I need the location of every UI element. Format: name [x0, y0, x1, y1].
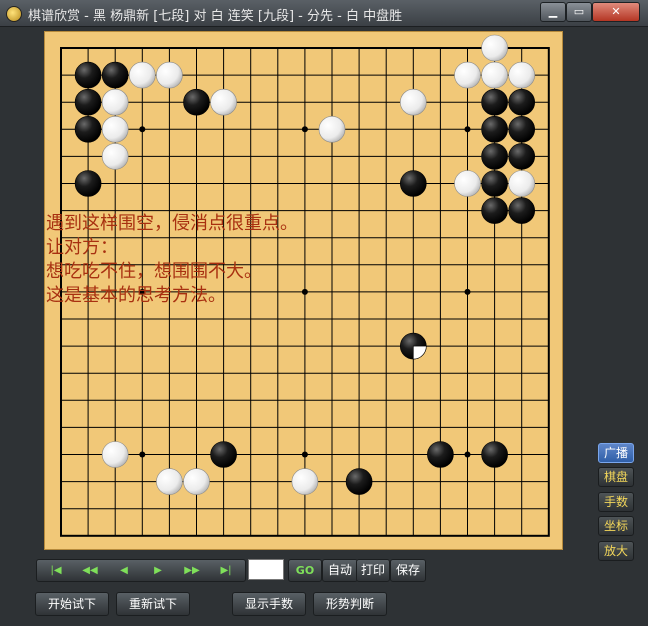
- white-stone: [101, 143, 129, 170]
- black-stone: [481, 170, 508, 197]
- next-move-button[interactable]: ▶: [141, 560, 175, 581]
- minimize-button[interactable]: ▁: [540, 2, 566, 22]
- black-stone: [399, 170, 427, 197]
- app-logo-icon: [6, 6, 22, 22]
- restart-trial-button[interactable]: 重新试下: [116, 592, 190, 616]
- black-stone: [508, 143, 536, 170]
- auto-play-button[interactable]: 自动: [322, 559, 358, 582]
- close-button[interactable]: ✕: [592, 2, 640, 22]
- white-stone: [508, 61, 536, 89]
- white-stone: [481, 61, 508, 89]
- prev-move-button[interactable]: ◀: [107, 560, 141, 581]
- black-stone: [74, 61, 102, 89]
- star-point: [464, 288, 471, 295]
- black-stone: [74, 170, 102, 197]
- star-point: [139, 126, 146, 133]
- print-button[interactable]: 打印: [356, 559, 390, 582]
- black-stone: [481, 197, 508, 224]
- white-stone: [454, 61, 481, 89]
- white-stone: [128, 61, 156, 89]
- nav-strip: |◀ ◀◀ ◀ ▶ ▶▶ ▶|: [36, 559, 246, 582]
- white-stone: [210, 88, 237, 116]
- white-stone: [399, 88, 427, 116]
- position-judgement-button[interactable]: 形势判断: [313, 592, 387, 616]
- comment-line: 这是基本的思考方法。: [46, 285, 226, 306]
- black-stone: [481, 143, 508, 170]
- first-move-button[interactable]: |◀: [39, 560, 73, 581]
- star-point: [464, 126, 471, 133]
- white-stone: [156, 468, 183, 495]
- last-move-marker: [413, 345, 427, 360]
- move-number-input[interactable]: [248, 559, 284, 580]
- black-stone: [508, 88, 536, 116]
- black-stone: [183, 88, 210, 116]
- black-stone: [481, 115, 508, 143]
- white-stone: [183, 468, 210, 495]
- star-point: [139, 451, 146, 458]
- side-tab-bar: 广播 棋盘 手数 坐标 放大: [598, 443, 634, 565]
- white-stone: [101, 88, 129, 116]
- maximize-button[interactable]: ▭: [566, 2, 592, 22]
- black-stone: [210, 441, 237, 468]
- title-bar: 棋谱欣赏 - 黑 杨鼎新 [七段] 对 白 连笑 [九段] - 分先 - 白 中…: [0, 0, 648, 27]
- start-trial-button[interactable]: 开始试下: [35, 592, 109, 616]
- black-stone: [74, 88, 102, 116]
- star-point: [301, 126, 308, 133]
- white-stone: [291, 468, 319, 495]
- back-ten-button[interactable]: ◀◀: [73, 560, 107, 581]
- comment-line: 遇到这样围空，侵消点很重点。: [46, 213, 298, 234]
- tab-board[interactable]: 棋盘: [598, 467, 634, 488]
- black-stone: [74, 115, 102, 143]
- star-point: [301, 288, 308, 295]
- white-stone: [454, 170, 481, 197]
- save-button[interactable]: 保存: [390, 559, 426, 582]
- comment-line: 让对方：: [46, 237, 118, 258]
- tab-zoom[interactable]: 放大: [598, 540, 634, 561]
- move-comment: 遇到这样围空，侵消点很重点。 让对方： 想吃吃不住，想围围不大。 这是基本的思考…: [46, 212, 298, 308]
- forward-ten-button[interactable]: ▶▶: [175, 560, 209, 581]
- white-stone: [318, 115, 346, 143]
- white-stone: [101, 441, 129, 468]
- black-stone: [508, 115, 536, 143]
- show-move-numbers-button[interactable]: 显示手数: [232, 592, 306, 616]
- star-point: [464, 451, 471, 458]
- go-button[interactable]: GO: [288, 559, 322, 582]
- black-stone: [481, 88, 508, 116]
- white-stone: [508, 170, 536, 197]
- tab-broadcast[interactable]: 广播: [598, 443, 634, 463]
- black-stone: [101, 61, 129, 89]
- black-stone: [427, 441, 454, 468]
- black-stone: [481, 441, 508, 468]
- star-point: [301, 451, 308, 458]
- white-stone: [101, 115, 129, 143]
- black-stone: [345, 468, 373, 495]
- tab-coordinates[interactable]: 坐标: [598, 516, 634, 537]
- last-move-button[interactable]: ▶|: [209, 560, 243, 581]
- window-title: 棋谱欣赏 - 黑 杨鼎新 [七段] 对 白 连笑 [九段] - 分先 - 白 中…: [28, 9, 403, 24]
- comment-line: 想吃吃不住，想围围不大。: [46, 261, 262, 282]
- white-stone: [156, 61, 183, 89]
- tab-move-numbers[interactable]: 手数: [598, 491, 634, 512]
- white-stone: [481, 34, 508, 62]
- black-stone: [508, 197, 536, 224]
